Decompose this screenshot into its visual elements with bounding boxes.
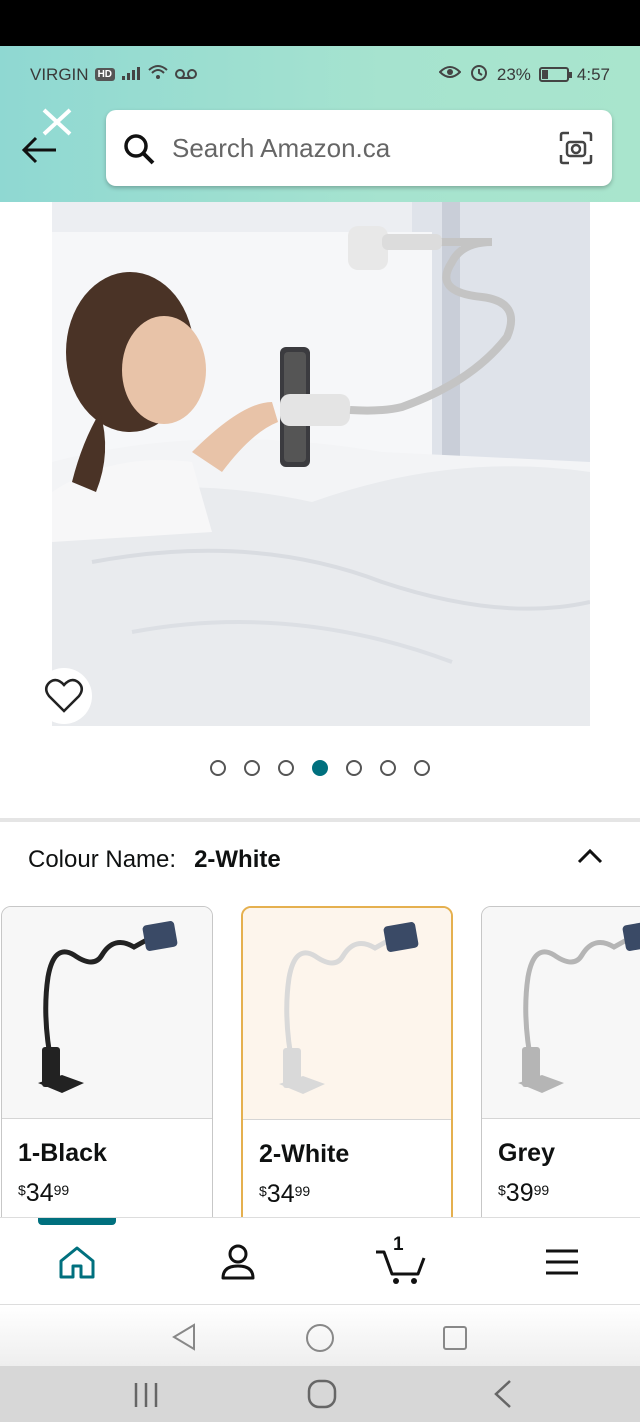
carrier-info: VIRGIN HD [30, 64, 198, 85]
close-icon [42, 108, 72, 136]
price-cents: 99 [53, 1182, 70, 1198]
search-icon [122, 132, 156, 171]
variation-thumbnail [243, 908, 451, 1120]
price-whole: 34 [266, 1180, 295, 1208]
price-cents: 99 [533, 1182, 550, 1198]
recents-square-icon[interactable] [441, 1324, 469, 1352]
variation-selected-value: 2-White [194, 846, 281, 873]
search-input[interactable] [172, 128, 542, 168]
pager-dot[interactable] [380, 760, 396, 776]
home-icon [59, 1246, 95, 1279]
home-rounded-icon[interactable] [306, 1378, 338, 1410]
system-nav-bar [0, 1306, 640, 1366]
system-nav-bar-secondary [0, 1366, 640, 1422]
pager-dot[interactable] [278, 760, 294, 776]
home-circle-icon[interactable] [304, 1322, 336, 1354]
back-close-button[interactable] [14, 104, 86, 166]
nav-menu[interactable] [538, 1238, 586, 1286]
variation-name: Grey [498, 1139, 555, 1167]
top-bezel [0, 0, 640, 46]
image-pager [0, 760, 640, 776]
menu-icon [546, 1249, 578, 1275]
variation-option[interactable]: 2-White $34 99 [241, 906, 453, 1236]
alarm-icon [469, 62, 489, 87]
variation-price: $34 99 [18, 1179, 69, 1208]
signal-icon [121, 65, 141, 85]
price-cents: 99 [294, 1183, 311, 1199]
camera-scan-icon[interactable] [558, 130, 594, 171]
pager-dot[interactable] [244, 760, 260, 776]
price-currency: $ [259, 1183, 267, 1199]
wishlist-button[interactable] [36, 668, 92, 724]
nav-active-indicator [38, 1218, 116, 1225]
app-screen: VIRGIN HD 23% 4:57 Search Amazon.ca Colo… [0, 0, 640, 1422]
price-whole: 39 [505, 1179, 534, 1207]
variation-thumbnail [2, 907, 212, 1119]
wifi-icon [147, 64, 169, 85]
voicemail-icon [175, 65, 198, 85]
battery-icon [538, 67, 572, 82]
variation-label: Colour Name: [28, 846, 177, 873]
nav-cart[interactable]: 1 [374, 1234, 430, 1286]
variation-name: 2-White [259, 1140, 350, 1168]
cart-count: 1 [393, 1234, 404, 1255]
back-triangle-icon[interactable] [170, 1322, 198, 1352]
product-photo [52, 202, 590, 726]
variation-option[interactable]: Grey $39 99 [481, 906, 640, 1236]
variation-header: Colour Name: 2-White [28, 846, 281, 874]
pager-dot[interactable] [346, 760, 362, 776]
eye-icon [438, 64, 462, 85]
recents-lines-icon[interactable] [130, 1380, 162, 1410]
battery-level [541, 70, 548, 79]
variation-price: $34 99 [259, 1180, 310, 1209]
account-icon [221, 1244, 255, 1280]
battery-percent: 23% [496, 64, 531, 84]
search-bar[interactable] [106, 110, 612, 186]
network-badge: HD [94, 68, 116, 81]
status-bar: VIRGIN HD 23% 4:57 [0, 46, 640, 100]
price-whole: 34 [25, 1179, 54, 1207]
nav-account[interactable] [214, 1238, 262, 1286]
variation-thumbnail [482, 907, 640, 1119]
variation-option[interactable]: 1-Black $34 99 [1, 906, 213, 1236]
variation-collapse-button[interactable] [576, 846, 604, 871]
carrier-name: VIRGIN [30, 64, 89, 84]
section-divider [0, 818, 640, 822]
variation-name: 1-Black [18, 1139, 107, 1167]
variation-price: $39 99 [498, 1179, 549, 1208]
nav-home[interactable] [53, 1238, 101, 1286]
bottom-nav: 1 [0, 1217, 640, 1305]
chevron-up-icon [577, 848, 603, 864]
product-image[interactable] [52, 202, 590, 726]
pager-dot[interactable] [312, 760, 328, 776]
header: VIRGIN HD 23% 4:57 Search Amazon.ca [0, 46, 640, 202]
status-time: 4:57 [576, 64, 610, 84]
price-currency: $ [498, 1182, 506, 1198]
pager-dot[interactable] [414, 760, 430, 776]
price-currency: $ [18, 1182, 26, 1198]
heart-icon [45, 678, 83, 713]
variation-options: 1-Black $34 99 2-White $34 99 Grey $39 99 [0, 906, 640, 1236]
status-right: 23% 4:57 [438, 62, 610, 87]
pager-dot[interactable] [210, 760, 226, 776]
arrow-left-icon [21, 108, 72, 164]
back-chevron-icon[interactable] [490, 1378, 514, 1410]
